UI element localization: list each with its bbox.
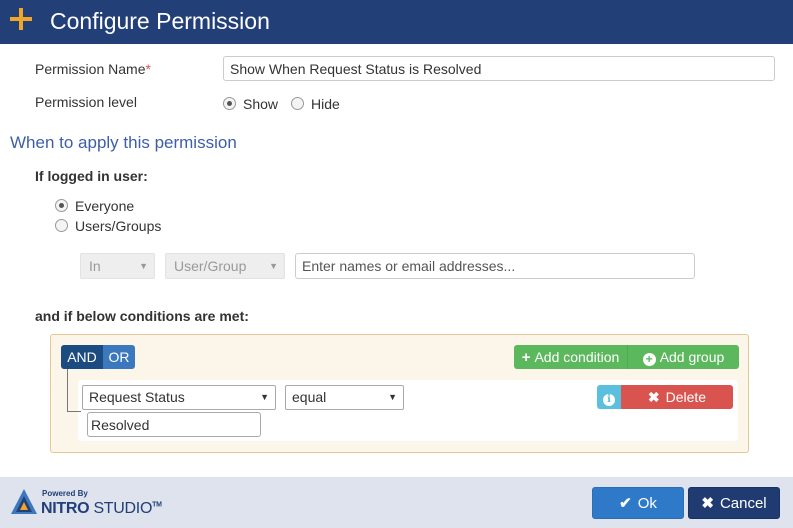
check-icon: ✔ xyxy=(619,495,632,512)
caret-down-icon: ▼ xyxy=(388,392,397,402)
info-button[interactable]: i xyxy=(597,385,621,409)
cancel-label: Cancel xyxy=(719,495,767,512)
ok-label: Ok xyxy=(637,495,657,512)
delete-label: Delete xyxy=(665,389,707,405)
add-condition-button[interactable]: + Add condition xyxy=(514,345,627,369)
users-groups-radio[interactable] xyxy=(55,219,68,232)
dialog-title: Configure Permission xyxy=(50,8,270,34)
show-radio[interactable] xyxy=(223,97,236,110)
caret-down-icon: ▼ xyxy=(139,261,148,271)
caret-down-icon: ▼ xyxy=(269,261,278,271)
show-label: Show xyxy=(243,96,279,112)
tree-line xyxy=(67,411,81,412)
or-button[interactable]: OR xyxy=(103,345,135,369)
users-groups-label: Users/Groups xyxy=(75,218,162,234)
condition-value-input[interactable] xyxy=(87,412,261,437)
info-icon: i xyxy=(603,394,615,406)
ok-button[interactable]: ✔ Ok xyxy=(592,487,684,519)
hide-label: Hide xyxy=(311,96,340,112)
hide-radio[interactable] xyxy=(291,97,304,110)
times-icon: ✖ xyxy=(701,495,714,512)
required-mark: * xyxy=(145,61,151,77)
and-button[interactable]: AND xyxy=(61,345,103,369)
user-group-select-value: User/Group xyxy=(174,258,247,274)
permission-name-input[interactable] xyxy=(223,56,775,81)
permission-level-label: Permission level xyxy=(35,94,137,110)
logo-powered-by: Powered By xyxy=(42,489,88,498)
plus-icon: + xyxy=(521,349,531,366)
tree-line xyxy=(67,368,68,412)
add-group-button[interactable]: + Add group xyxy=(627,345,739,369)
field-select-value: Request Status xyxy=(89,389,185,405)
dialog-header: Configure Permission xyxy=(0,0,793,44)
cancel-button[interactable]: ✖ Cancel xyxy=(688,487,780,519)
permission-name-label: Permission Name* xyxy=(35,61,151,77)
everyone-radio[interactable] xyxy=(55,199,68,212)
field-select[interactable]: Request Status ▼ xyxy=(82,385,276,410)
operator-select[interactable]: equal ▼ xyxy=(285,385,404,410)
plus-circle-icon: + xyxy=(642,353,656,366)
caret-down-icon: ▼ xyxy=(260,392,269,402)
names-input[interactable] xyxy=(295,253,695,279)
everyone-label: Everyone xyxy=(75,198,135,214)
add-condition-label: Add condition xyxy=(534,349,620,365)
times-icon: ✖ xyxy=(647,389,660,405)
in-select-value: In xyxy=(89,258,101,274)
conditions-label: and if below conditions are met: xyxy=(35,308,249,324)
user-group-select[interactable]: User/Group ▼ xyxy=(165,253,285,279)
operator-select-value: equal xyxy=(292,389,327,405)
nitro-logo-icon xyxy=(11,489,37,514)
delete-button[interactable]: ✖ Delete xyxy=(621,385,733,409)
logo-text: NITRO STUDIOTM xyxy=(41,500,162,517)
add-group-label: Add group xyxy=(659,349,725,365)
in-select[interactable]: In ▼ xyxy=(80,253,155,279)
when-section-title: When to apply this permission xyxy=(10,133,237,152)
logged-in-label: If logged in user: xyxy=(35,168,148,184)
plus-icon xyxy=(10,8,32,30)
